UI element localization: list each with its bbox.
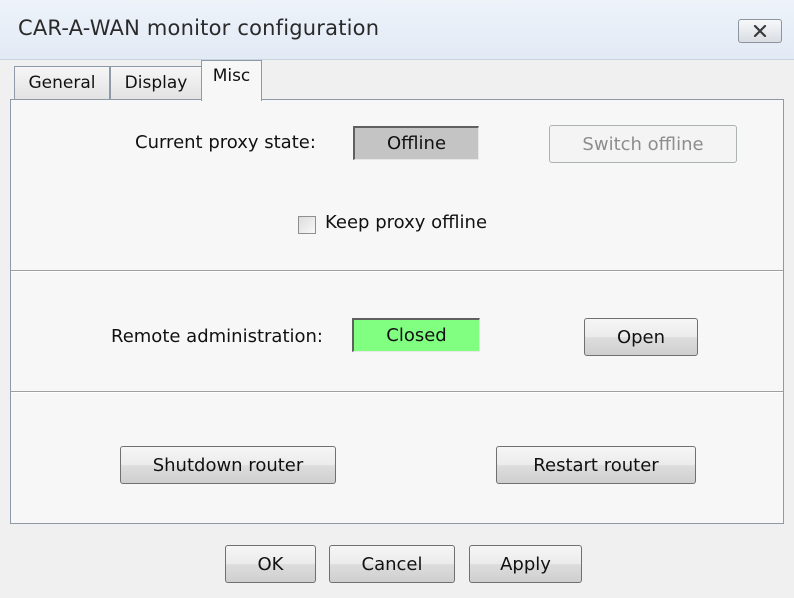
tab-display[interactable]: Display <box>110 66 202 99</box>
tab-general[interactable]: General <box>14 66 110 99</box>
shutdown-router-button[interactable]: Shutdown router <box>120 446 336 484</box>
misc-tab-panel: Current proxy state: Offline Switch offl… <box>10 99 784 524</box>
remote-admin-label: Remote administration: <box>111 326 323 347</box>
title-bar: CAR-A-WAN monitor configuration <box>0 0 794 60</box>
separator <box>11 270 783 272</box>
keep-proxy-offline-label: Keep proxy offline <box>325 212 488 233</box>
restart-router-button[interactable]: Restart router <box>496 446 696 484</box>
switch-offline-button[interactable]: Switch offline <box>549 125 737 163</box>
cancel-button[interactable]: Cancel <box>329 545 455 583</box>
tab-misc[interactable]: Misc <box>201 60 262 101</box>
proxy-state-indicator: Offline <box>353 126 479 160</box>
keep-proxy-offline-checkbox[interactable] <box>298 216 316 234</box>
ok-button[interactable]: OK <box>225 545 316 583</box>
remote-admin-indicator: Closed <box>352 318 480 352</box>
close-button[interactable] <box>738 19 782 43</box>
separator <box>11 391 783 393</box>
proxy-state-label: Current proxy state: <box>135 132 316 153</box>
apply-button[interactable]: Apply <box>469 545 582 583</box>
open-button[interactable]: Open <box>584 318 698 356</box>
window-title: CAR-A-WAN monitor configuration <box>18 16 380 40</box>
close-icon <box>753 25 767 37</box>
